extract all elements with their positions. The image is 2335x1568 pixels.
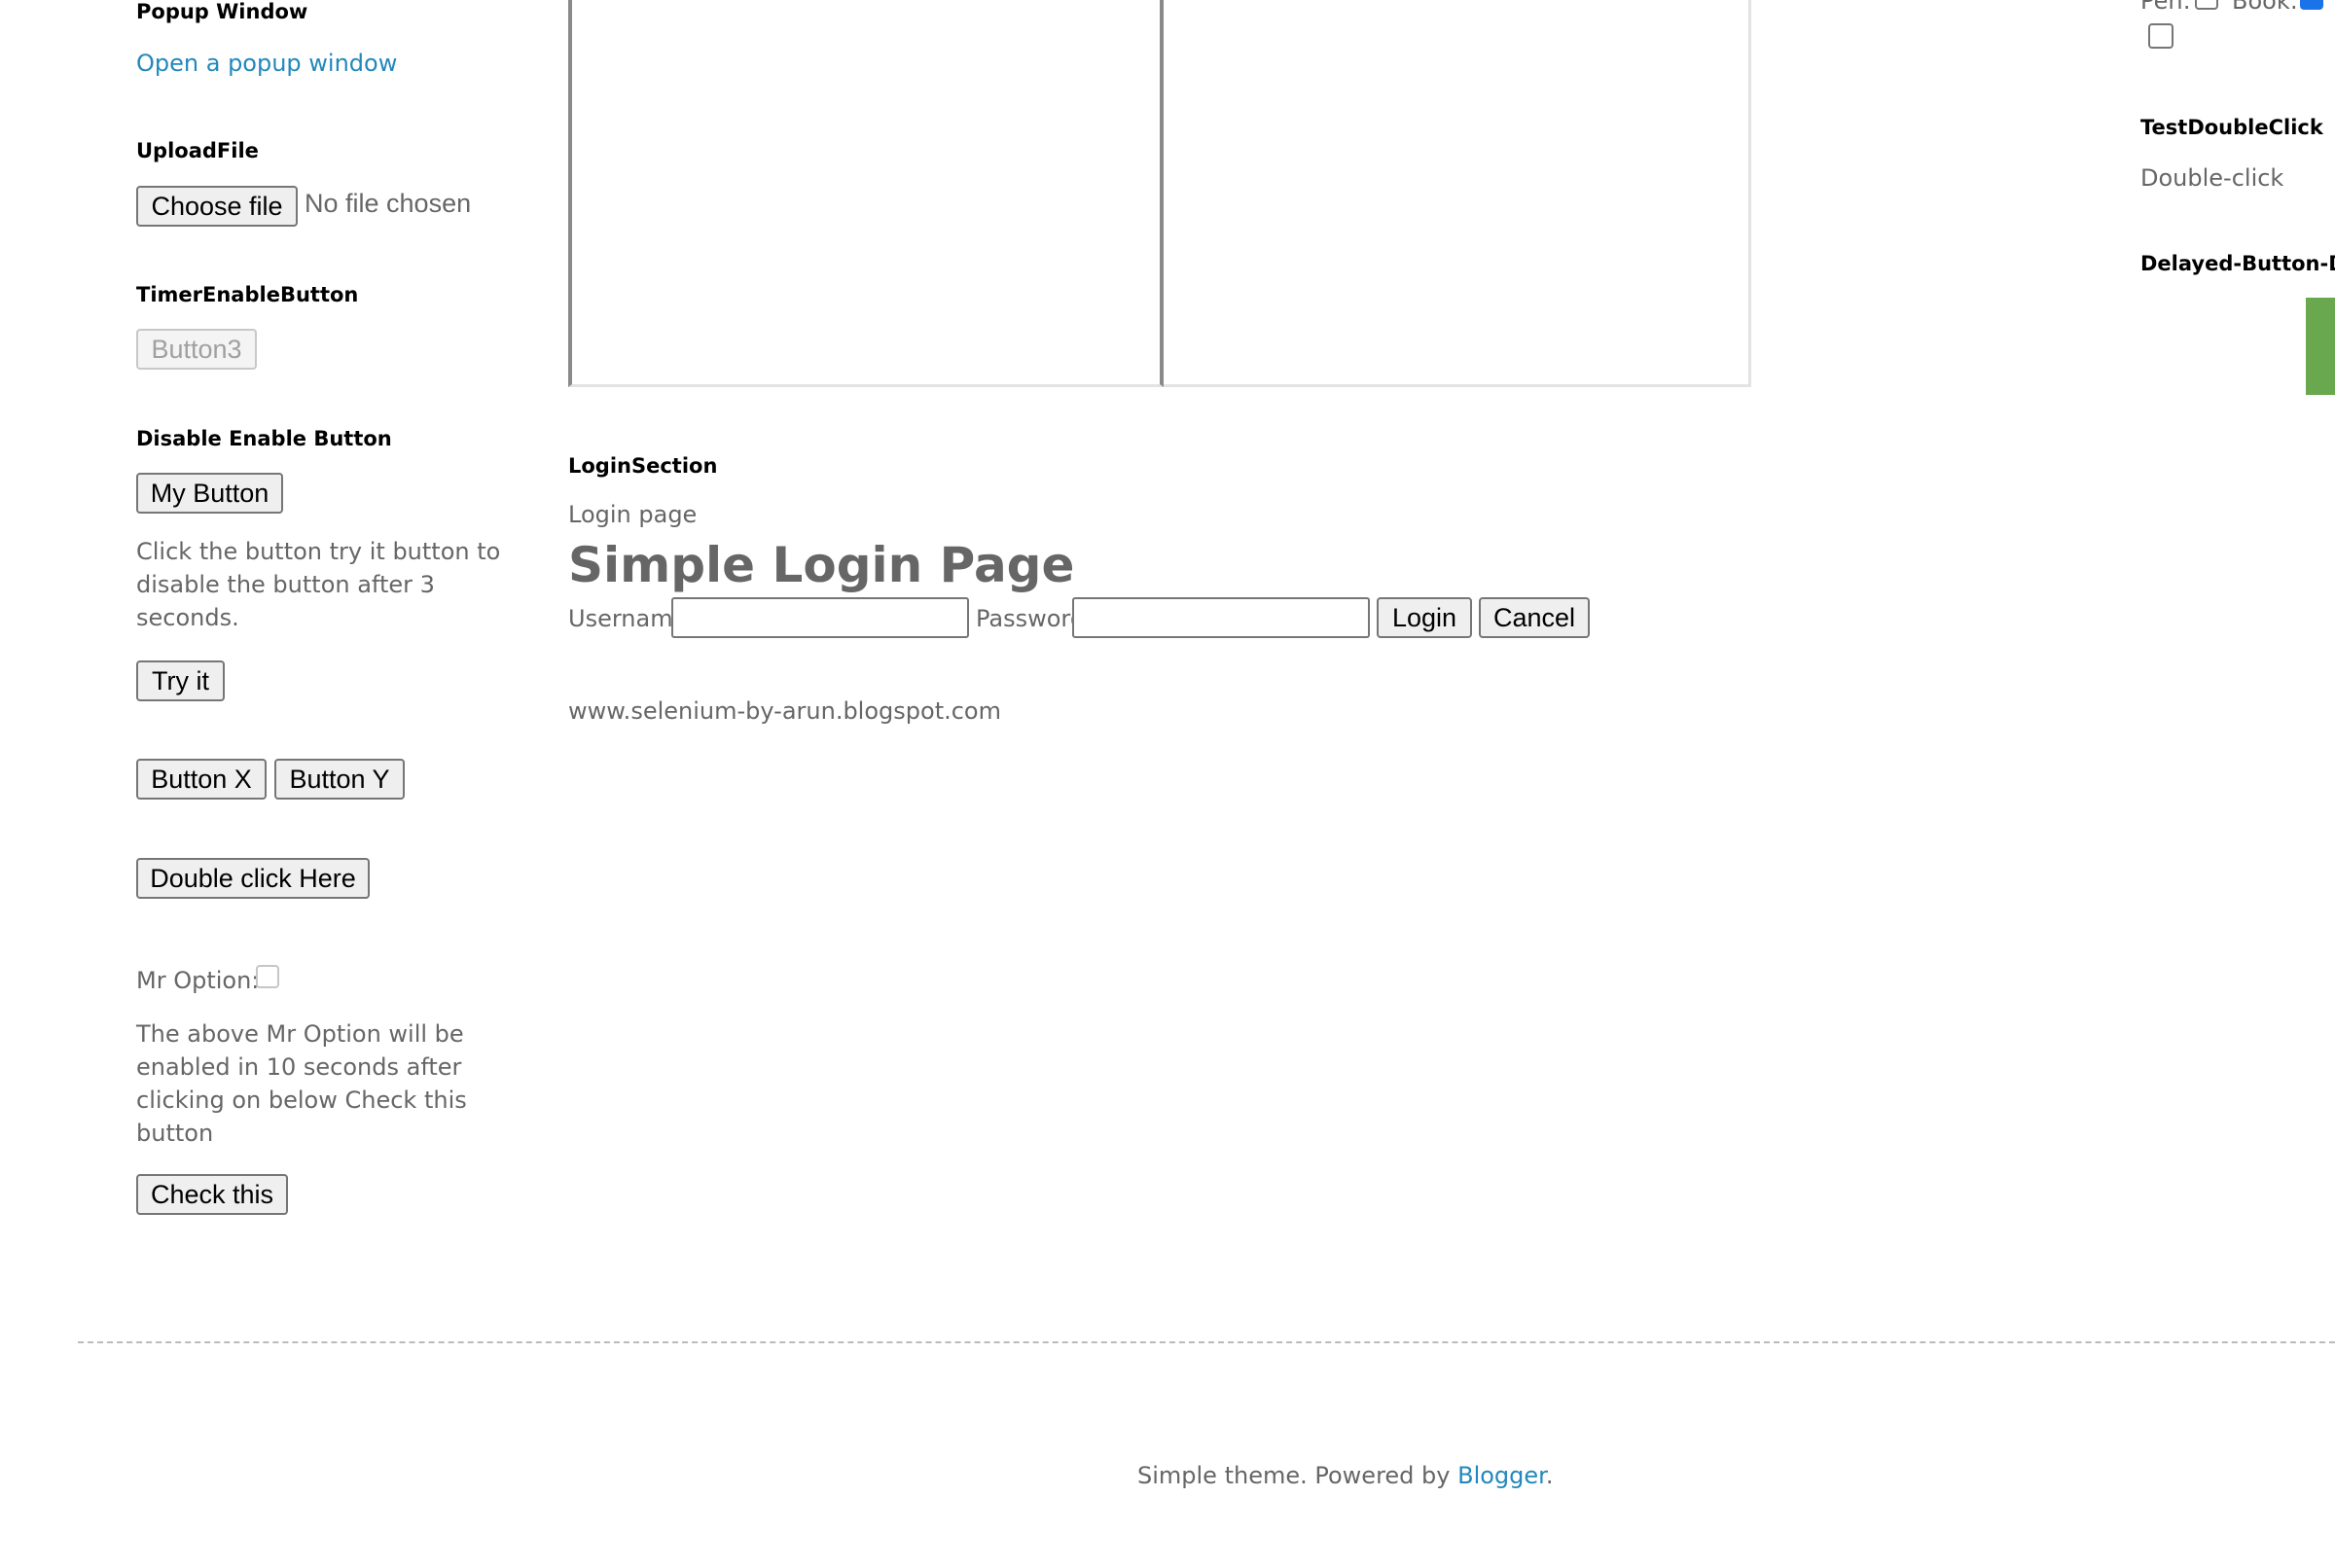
open-popup-link[interactable]: Open a popup window	[136, 47, 397, 80]
login-page-subtitle: Login page	[568, 501, 698, 528]
disable-enable-title: Disable Enable Button	[136, 427, 392, 450]
login-button[interactable]: Login	[1377, 597, 1472, 638]
footer-attribution: Simple theme. Powered by Blogger.	[1137, 1462, 1554, 1489]
footer-divider	[78, 1341, 2335, 1343]
cancel-button[interactable]: Cancel	[1479, 597, 1590, 638]
try-it-button[interactable]: Try it	[136, 660, 225, 701]
button-x[interactable]: Button X	[136, 759, 267, 800]
check-this-button[interactable]: Check this	[136, 1174, 288, 1215]
pen-checkbox[interactable]	[2195, 0, 2218, 10]
mr-option-checkbox[interactable]	[256, 965, 279, 988]
file-status: No file chosen	[305, 189, 472, 218]
double-click-here-button[interactable]: Double click Here	[136, 858, 370, 899]
left-iframe[interactable]	[568, 0, 1164, 387]
login-section-title: LoginSection	[568, 454, 718, 478]
choose-file-button[interactable]: Choose file	[136, 186, 298, 227]
password-input[interactable]	[1072, 597, 1370, 638]
extra-checkbox[interactable]	[2148, 23, 2173, 49]
site-url: www.selenium-by-arun.blogspot.com	[568, 697, 1001, 725]
popup-window-title: Popup Window	[136, 0, 308, 23]
book-checkbox[interactable]	[2300, 0, 2323, 10]
double-click-text[interactable]: Double-click	[2140, 161, 2283, 195]
timer-enable-title: TimerEnableButton	[136, 283, 359, 306]
upload-file-title: UploadFile	[136, 139, 259, 162]
delayed-button-title: Delayed-Button-Dro	[2140, 252, 2335, 275]
my-button[interactable]: My Button	[136, 473, 283, 514]
blogger-link[interactable]: Blogger	[1457, 1462, 1546, 1489]
username-input[interactable]	[671, 597, 969, 638]
test-double-click-title: TestDoubleClick	[2140, 116, 2323, 139]
mr-option-label: Mr Option:	[136, 967, 260, 994]
right-iframe[interactable]	[1164, 0, 1751, 387]
pen-label: Pen:	[2140, 0, 2191, 15]
mr-option-description: The above Mr Option will be enabled in 1…	[136, 1020, 467, 1147]
disable-enable-description: Click the button try it button to disabl…	[136, 538, 501, 631]
button3[interactable]: Button3	[136, 329, 257, 370]
username-label: Username	[568, 605, 688, 632]
delayed-green-button[interactable]	[2306, 298, 2335, 395]
password-label: Password	[976, 605, 1086, 632]
button-y[interactable]: Button Y	[274, 759, 405, 800]
book-label: Book:	[2232, 0, 2298, 15]
login-heading: Simple Login Page	[568, 537, 1075, 593]
